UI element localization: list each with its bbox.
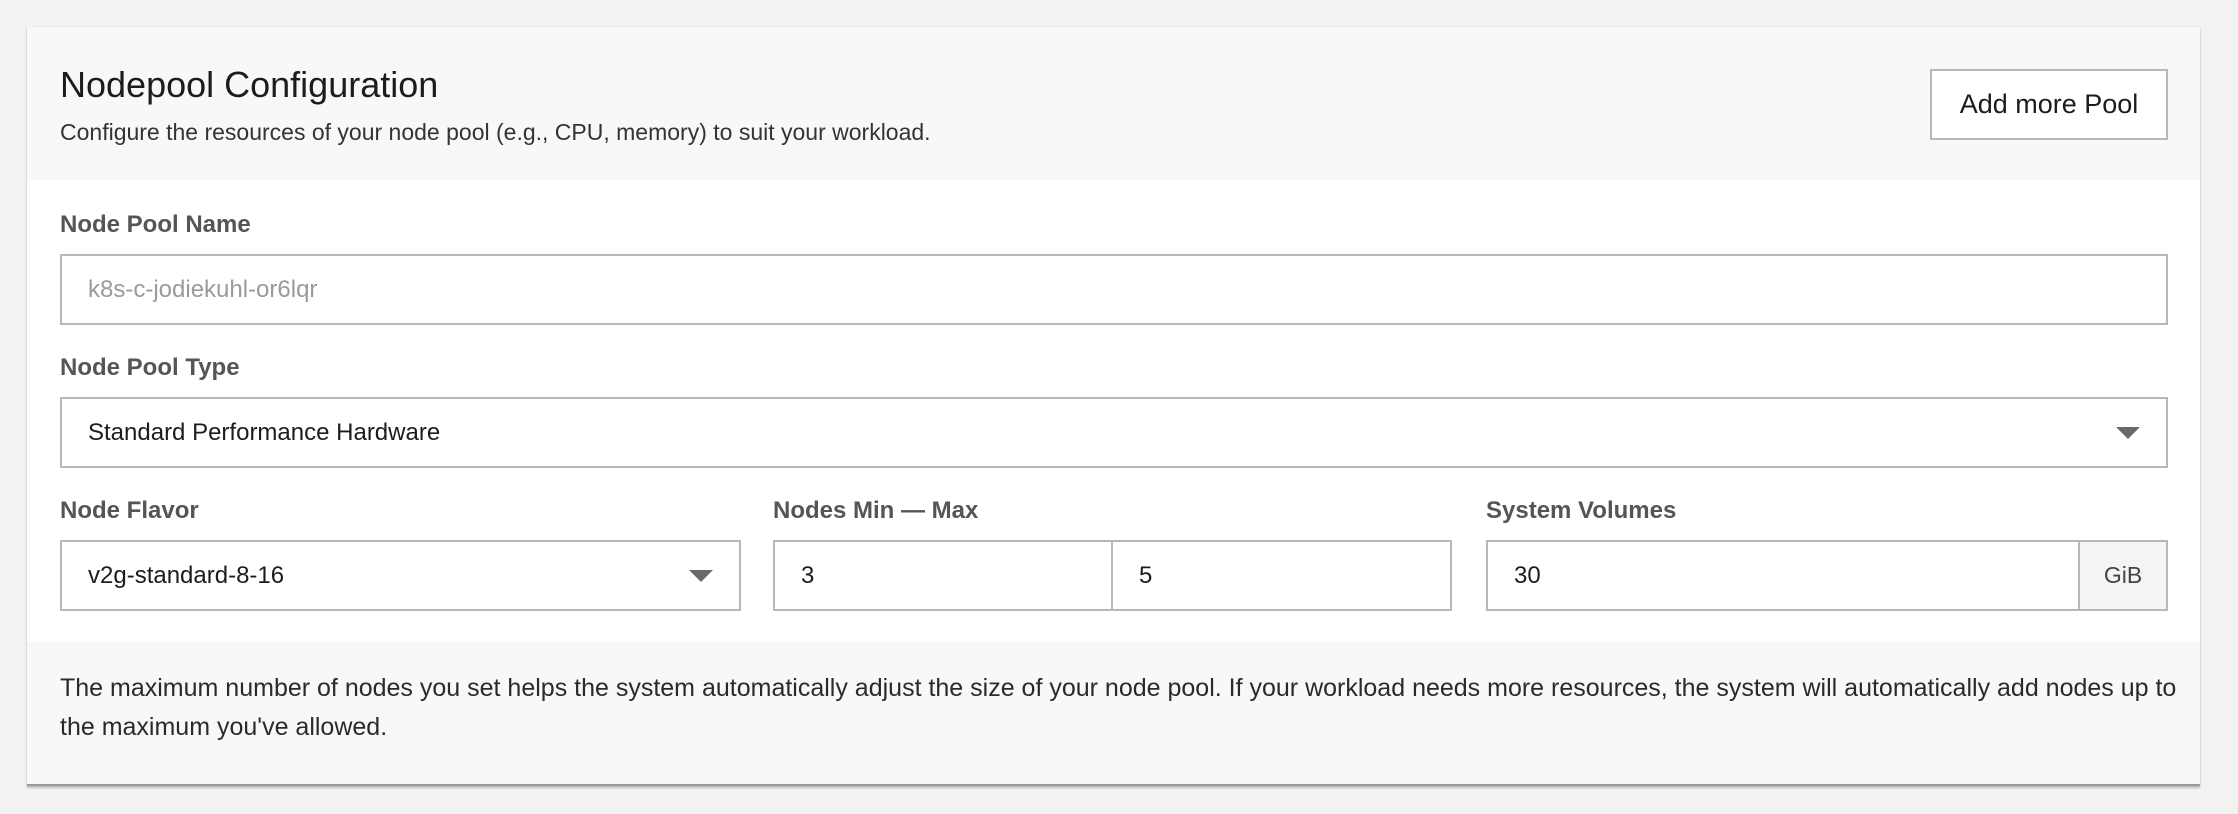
system-volumes-input[interactable] — [1486, 540, 2080, 611]
card-footer: The maximum number of nodes you set help… — [27, 642, 2200, 786]
node-pool-name-input[interactable] — [60, 254, 2168, 325]
nodepool-config-card: Nodepool Configuration Configure the res… — [27, 27, 2200, 786]
node-pool-type-value: Standard Performance Hardware — [88, 419, 441, 446]
system-volumes-label: System Volumes — [1486, 497, 1677, 524]
node-pool-type-select[interactable]: Standard Performance Hardware — [60, 397, 2168, 468]
node-pool-name-label: Node Pool Name — [60, 211, 251, 238]
card-header: Nodepool Configuration Configure the res… — [27, 27, 2200, 180]
node-flavor-label: Node Flavor — [60, 497, 199, 524]
page-title: Nodepool Configuration — [60, 64, 439, 105]
node-flavor-select[interactable]: v2g-standard-8-16 — [60, 540, 741, 611]
page-subtitle: Configure the resources of your node poo… — [60, 119, 931, 145]
autoscale-help-text: The maximum number of nodes you set help… — [60, 674, 2177, 741]
volume-unit-addon: GiB — [2078, 540, 2168, 611]
nodes-min-max-label: Nodes Min — Max — [773, 497, 979, 524]
chevron-down-icon — [2116, 427, 2140, 439]
chevron-down-icon — [689, 570, 713, 582]
add-more-pool-button[interactable]: Add more Pool — [1930, 69, 2168, 140]
node-flavor-value: v2g-standard-8-16 — [88, 562, 285, 589]
node-pool-type-label: Node Pool Type — [60, 354, 240, 381]
nodes-min-input[interactable] — [773, 540, 1113, 611]
nodes-max-input[interactable] — [1111, 540, 1452, 611]
